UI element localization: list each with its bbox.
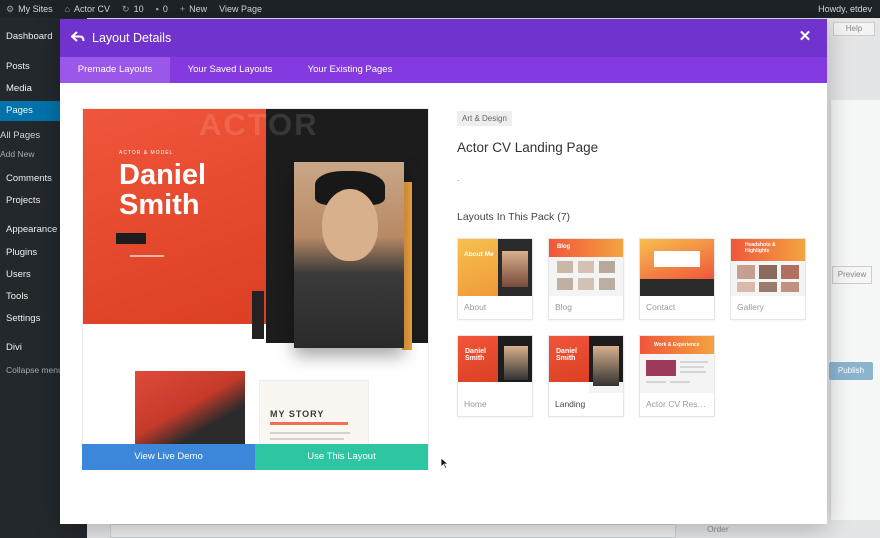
layout-thumbnail: Blog bbox=[549, 239, 623, 296]
sidebar-item-all-pages[interactable]: All Pages bbox=[0, 130, 40, 141]
account-menu[interactable]: Howdy, etdev bbox=[818, 4, 872, 14]
thumb-caption: Daniel Smith bbox=[465, 348, 487, 362]
preview-kicker: ACTOR & MODEL bbox=[119, 150, 174, 156]
sidebar-item-comments[interactable]: Comments bbox=[6, 173, 52, 184]
tab-saved-layouts[interactable]: Your Saved Layouts bbox=[178, 57, 282, 83]
thumb-caption: Work & Experience bbox=[654, 342, 700, 348]
layout-thumbnail: Headshots & Highlights bbox=[731, 239, 805, 296]
preview-text-line bbox=[270, 438, 344, 440]
thumb-caption: Blog bbox=[557, 244, 571, 250]
sidebar-item-plugins[interactable]: Plugins bbox=[6, 247, 37, 258]
tab-premade-layouts[interactable]: Premade Layouts bbox=[60, 57, 170, 83]
sidebar-item-appearance[interactable]: Appearance bbox=[6, 224, 57, 235]
layout-thumbnail: Work & Experience bbox=[640, 336, 714, 393]
pack-heading: Layouts In This Pack (7) bbox=[457, 211, 571, 223]
sidebar-item-users[interactable]: Users bbox=[6, 269, 31, 280]
preview-story-title: MY STORY bbox=[270, 409, 325, 419]
modal-tabs: Premade Layouts Your Saved Layouts Your … bbox=[60, 57, 827, 83]
my-sites-link[interactable]: ⚙ My Sites bbox=[0, 4, 59, 15]
layout-card-label: Contact bbox=[646, 302, 676, 312]
sidebar-item-posts[interactable]: Posts bbox=[6, 61, 30, 72]
preview-text-line bbox=[270, 432, 350, 434]
comment-icon: ▪ bbox=[155, 4, 159, 14]
preview-portrait-face bbox=[322, 189, 378, 261]
preview-hire-button bbox=[116, 233, 146, 244]
my-sites-label: My Sites bbox=[18, 4, 53, 14]
layout-title: Actor CV Landing Page bbox=[457, 140, 599, 155]
layout-card-contact[interactable]: Contact bbox=[639, 238, 715, 320]
layout-preview-image: ACTOR ACTOR & MODEL Daniel Smith MY STOR… bbox=[82, 108, 429, 470]
layout-description: . bbox=[457, 173, 460, 183]
howdy-label: Howdy, etdev bbox=[818, 4, 872, 14]
layout-card-about[interactable]: About Me About bbox=[457, 238, 533, 320]
wordpress-icon: ⚙ bbox=[6, 3, 15, 14]
site-name-label: Actor CV bbox=[74, 4, 111, 14]
layout-card-label: Actor CV Res… bbox=[646, 399, 706, 409]
sidebar-item-tools[interactable]: Tools bbox=[6, 291, 28, 302]
sidebar-item-settings[interactable]: Settings bbox=[6, 313, 40, 324]
use-this-layout-button[interactable]: Use This Layout bbox=[255, 444, 428, 470]
layout-thumbnail bbox=[640, 239, 714, 296]
layout-card-gallery[interactable]: Headshots & Highlights Gallery bbox=[730, 238, 806, 320]
preview-link-line bbox=[130, 255, 164, 257]
sidebar-item-media[interactable]: Media bbox=[6, 83, 32, 94]
refresh-icon: ↻ bbox=[122, 3, 130, 14]
category-badge[interactable]: Art & Design bbox=[457, 111, 512, 126]
layout-card-home[interactable]: Daniel Smith Home bbox=[457, 335, 533, 417]
view-live-demo-button[interactable]: View Live Demo bbox=[82, 444, 255, 470]
layout-card-label: About bbox=[464, 302, 487, 312]
mouse-cursor-icon bbox=[440, 457, 450, 469]
layout-thumbnail: About Me bbox=[458, 239, 532, 296]
view-page-link[interactable]: View Page bbox=[213, 4, 268, 14]
help-tab[interactable]: Help bbox=[833, 22, 875, 36]
tab-existing-pages[interactable]: Your Existing Pages bbox=[298, 57, 402, 83]
layout-thumbnail: Daniel Smith bbox=[549, 336, 623, 393]
site-name-link[interactable]: ⌂ Actor CV bbox=[59, 4, 116, 14]
close-icon[interactable]: ✕ bbox=[798, 29, 812, 44]
editor-box bbox=[110, 524, 676, 538]
layout-card-label: Home bbox=[464, 399, 487, 409]
layout-card-landing[interactable]: Daniel Smith Landing bbox=[548, 335, 624, 417]
modal-title: Layout Details bbox=[92, 31, 172, 45]
modal-header: Layout Details ✕ bbox=[60, 19, 827, 57]
sidebar-item-dashboard[interactable]: Dashboard bbox=[6, 31, 52, 42]
layout-thumbnail: Daniel Smith bbox=[458, 336, 532, 393]
preview-last-name: Smith bbox=[119, 189, 200, 221]
admin-bar: ⚙ My Sites ⌂ Actor CV ↻ 10 ▪ 0 + New Vie… bbox=[0, 0, 880, 18]
home-icon: ⌂ bbox=[64, 4, 71, 14]
view-page-label: View Page bbox=[219, 4, 262, 14]
layout-card-label: Blog bbox=[555, 302, 573, 312]
publish-button[interactable]: Publish bbox=[829, 362, 873, 380]
sidebar-item-projects[interactable]: Projects bbox=[6, 195, 40, 206]
preview-social-bar bbox=[252, 291, 264, 339]
updates-count: 10 bbox=[133, 4, 144, 14]
thumb-caption: About Me bbox=[464, 251, 494, 258]
updates-link[interactable]: ↻ 10 bbox=[116, 4, 150, 15]
sidebar-item-add-new[interactable]: Add New bbox=[0, 149, 35, 159]
back-arrow-icon[interactable] bbox=[71, 30, 85, 44]
preview-name: Daniel Smith bbox=[119, 160, 206, 220]
new-label: New bbox=[189, 4, 208, 14]
layout-card-resume[interactable]: Work & Experience Actor CV Res… bbox=[639, 335, 715, 417]
thumb-caption: Daniel Smith bbox=[556, 348, 578, 362]
layout-card-blog[interactable]: Blog Blog bbox=[548, 238, 624, 320]
order-label: Order bbox=[707, 524, 729, 534]
preview-first-name: Daniel bbox=[119, 159, 207, 191]
preview-watermark: ACTOR bbox=[199, 108, 319, 142]
layout-card-label: Gallery bbox=[737, 302, 764, 312]
layout-card-label: Landing bbox=[555, 399, 586, 409]
sidebar-item-divi[interactable]: Divi bbox=[6, 342, 22, 353]
thumb-caption: Headshots & Highlights bbox=[745, 242, 776, 254]
sidebar-item-collapse[interactable]: Collapse menu bbox=[6, 365, 63, 375]
preview-story-underline bbox=[270, 422, 348, 425]
new-content-link[interactable]: + New bbox=[174, 4, 213, 14]
comments-link[interactable]: ▪ 0 bbox=[150, 4, 174, 14]
layout-details-modal: Layout Details ✕ Premade Layouts Your Sa… bbox=[60, 19, 827, 524]
comments-count: 0 bbox=[162, 4, 168, 14]
plus-icon: + bbox=[179, 4, 186, 14]
publish-panel bbox=[830, 100, 880, 520]
preview-button[interactable]: Preview bbox=[832, 266, 872, 284]
